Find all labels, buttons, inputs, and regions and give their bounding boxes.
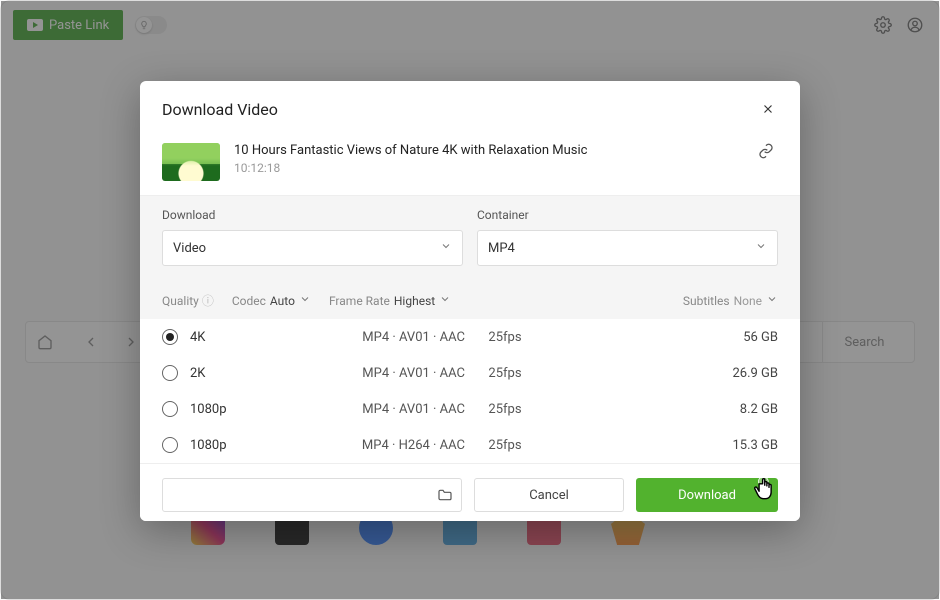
modal-overlay: Download Video 10 Hours Fantastic Views …: [1, 1, 939, 599]
quality-size: 8.2 GB: [740, 402, 778, 417]
quality-label: 4K: [190, 330, 300, 345]
video-duration: 10:12:18: [234, 161, 744, 175]
modal-title: Download Video: [162, 100, 278, 119]
quality-option[interactable]: 1080pMP4 · AV01 · AAC25fps 8.2 GB: [140, 391, 800, 427]
quality-size: 26.9 GB: [732, 366, 778, 381]
quality-fps: 25fps: [465, 330, 545, 345]
chevron-down-icon: [299, 293, 311, 308]
folder-icon: [437, 487, 453, 503]
quality-option[interactable]: 4KMP4 · AV01 · AAC25fps 56 GB: [140, 319, 800, 355]
download-type-label: Download: [162, 208, 463, 222]
subtitles-select[interactable]: SubtitlesNone: [683, 293, 778, 308]
quality-fps: 25fps: [465, 438, 545, 453]
quality-label: 1080p: [190, 402, 300, 417]
download-video-modal: Download Video 10 Hours Fantastic Views …: [140, 81, 800, 521]
quality-list: 4KMP4 · AV01 · AAC25fps56 GB2KMP4 · AV01…: [140, 319, 800, 463]
quality-option[interactable]: 1080pMP4 · H264 · AAC25fps 15.3 GB: [140, 427, 800, 463]
cancel-button[interactable]: Cancel: [474, 478, 624, 512]
container-select[interactable]: MP4: [477, 230, 778, 266]
quality-format: MP4 · AV01 · AAC: [300, 366, 465, 381]
video-thumbnail: [162, 143, 220, 181]
quality-option[interactable]: 2KMP4 · AV01 · AAC25fps 26.9 GB: [140, 355, 800, 391]
codec-select[interactable]: CodecAuto: [232, 293, 311, 308]
quality-format: MP4 · AV01 · AAC: [300, 330, 465, 345]
video-info-row: 10 Hours Fantastic Views of Nature 4K wi…: [140, 143, 800, 196]
quality-format: MP4 · AV01 · AAC: [300, 402, 465, 417]
radio-icon: [162, 401, 178, 417]
radio-icon: [162, 329, 178, 345]
download-type-select[interactable]: Video: [162, 230, 463, 266]
quality-format: MP4 · H264 · AAC: [300, 438, 465, 453]
quality-label: Quality ⓘ: [162, 292, 214, 309]
quality-size: 15.3 GB: [732, 438, 778, 453]
container-label: Container: [477, 208, 778, 222]
close-button[interactable]: [758, 99, 778, 119]
quality-fps: 25fps: [465, 402, 545, 417]
chevron-down-icon: [439, 293, 451, 308]
chevron-down-icon: [755, 240, 767, 256]
output-folder-field[interactable]: [162, 478, 462, 512]
radio-icon: [162, 365, 178, 381]
chevron-down-icon: [766, 293, 778, 308]
radio-icon: [162, 437, 178, 453]
quality-label: 1080p: [190, 438, 300, 453]
framerate-select[interactable]: Frame RateHighest: [329, 293, 451, 308]
video-title: 10 Hours Fantastic Views of Nature 4K wi…: [234, 143, 744, 158]
quality-fps: 25fps: [465, 366, 545, 381]
copy-link-button[interactable]: [758, 143, 778, 163]
quality-label: 2K: [190, 366, 300, 381]
download-button[interactable]: Download: [636, 478, 778, 512]
chevron-down-icon: [440, 240, 452, 256]
quality-size: 56 GB: [743, 330, 778, 345]
